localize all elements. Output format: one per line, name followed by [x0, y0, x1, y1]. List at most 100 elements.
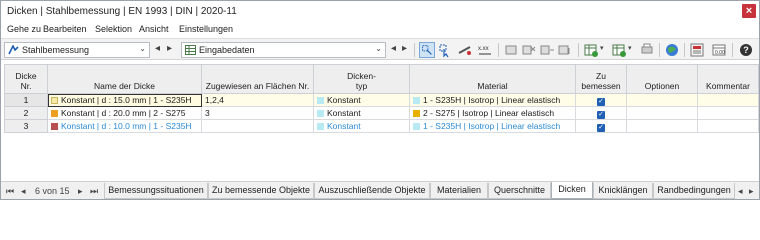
- data-combo-value: Eingabedaten: [199, 45, 255, 55]
- cell-nr: 1: [4, 93, 48, 107]
- menu-settings[interactable]: Einstellungen: [179, 24, 233, 34]
- close-button[interactable]: ×: [742, 4, 756, 18]
- cell-assigned[interactable]: 3: [201, 106, 314, 120]
- cell-material-text: 1 - S235H | Isotrop | Linear elastisch: [423, 121, 561, 131]
- table-row[interactable]: 2 Konstant | d : 20.0 mm | 2 - S275 3 Ko…: [4, 106, 759, 120]
- cell-type-text: Konstant: [327, 108, 361, 118]
- color-swatch: [51, 97, 58, 104]
- globe-icon[interactable]: [664, 42, 680, 58]
- next-arrow-icon[interactable]: ▸: [167, 43, 172, 54]
- header-assigned-label: Zugewiesen an Flächen Nr.: [205, 81, 310, 91]
- cell-assigned[interactable]: [201, 119, 314, 133]
- header-type[interactable]: Dicken- typ: [313, 64, 410, 94]
- tab-scroll-right-icon[interactable]: ▸: [749, 186, 754, 197]
- table-import-icon[interactable]: [611, 42, 627, 58]
- menu-edit[interactable]: Bearbeiten: [43, 24, 87, 34]
- table-export-icon[interactable]: [583, 42, 599, 58]
- cell-design[interactable]: ✓: [575, 93, 627, 107]
- cell-comment[interactable]: [697, 93, 759, 107]
- cell-comment[interactable]: [697, 119, 759, 133]
- header-options[interactable]: Optionen: [626, 64, 698, 94]
- cell-name[interactable]: Konstant | d : 15.0 mm | 1 - S235H: [47, 93, 202, 107]
- header-name[interactable]: Name der Dicke: [47, 64, 202, 94]
- tab-boundary-conditions[interactable]: Randbedingungen: [653, 183, 735, 199]
- header-assigned[interactable]: Zugewiesen an Flächen Nr.: [201, 64, 314, 94]
- menu-goto[interactable]: Gehe zu: [7, 24, 41, 34]
- bottom-tab-bar: ⏮ ◂ 6 von 15 ▸ ⏭ Bemessungssituationen Z…: [1, 181, 759, 199]
- copy-icon[interactable]: [557, 42, 573, 58]
- cell-type[interactable]: Konstant: [313, 119, 410, 133]
- help-icon[interactable]: ?: [738, 42, 754, 58]
- header-comment[interactable]: Kommentar: [697, 64, 759, 94]
- svg-text:?: ?: [743, 45, 749, 55]
- cell-assigned[interactable]: 1,2,4: [201, 93, 314, 107]
- cell-comment[interactable]: [697, 106, 759, 120]
- cell-design[interactable]: ✓: [575, 106, 627, 120]
- menu-view[interactable]: Ansicht: [139, 24, 169, 34]
- title-bar: Dicken | Stahlbemessung | EN 1993 | DIN …: [1, 1, 759, 21]
- calculator-icon[interactable]: [689, 42, 705, 58]
- cell-material[interactable]: 1 - S235H | Isotrop | Linear elastisch: [409, 93, 576, 107]
- module-combo[interactable]: Stahlbemessung ⌄: [4, 42, 150, 58]
- color-swatch: [51, 110, 58, 117]
- header-name-label: Name der Dicke: [94, 81, 155, 91]
- move-icon[interactable]: [539, 42, 555, 58]
- cell-name[interactable]: Konstant | d : 10.0 mm | 1 - S235H: [47, 119, 202, 133]
- header-material[interactable]: Material: [409, 64, 576, 94]
- cell-type[interactable]: Konstant: [313, 106, 410, 120]
- toolbar-separator: [732, 43, 733, 57]
- units-icon[interactable]: 0.00: [711, 42, 727, 58]
- last-page-icon[interactable]: ⏭: [90, 186, 98, 197]
- first-page-icon[interactable]: ⏮: [6, 186, 14, 197]
- menu-selection[interactable]: Selektion: [95, 24, 132, 34]
- tab-materials[interactable]: Materialien: [430, 183, 488, 199]
- toolbar-separator: [414, 43, 415, 57]
- prev-page-icon[interactable]: ◂: [21, 186, 26, 197]
- header-design[interactable]: Zu bemessen: [575, 64, 627, 94]
- tab-design-situations[interactable]: Bemessungssituationen: [104, 183, 208, 199]
- next-arrow-icon[interactable]: ▸: [402, 43, 407, 54]
- table-row[interactable]: 3 Konstant | d : 10.0 mm | 1 - S235H Kon…: [4, 119, 759, 133]
- tab-scroll-left-icon[interactable]: ◂: [738, 186, 743, 197]
- prev-arrow-icon[interactable]: ◂: [155, 43, 160, 54]
- table-row[interactable]: 1 Konstant | d : 15.0 mm | 1 - S235H 1,2…: [4, 93, 759, 107]
- header-nr-label: Dicke Nr.: [15, 71, 37, 91]
- tab-thicknesses[interactable]: Dicken: [551, 182, 593, 199]
- cell-material[interactable]: 1 - S235H | Isotrop | Linear elastisch: [409, 119, 576, 133]
- chevron-down-icon[interactable]: ▾: [600, 44, 604, 52]
- select-arrow-icon[interactable]: [437, 42, 453, 58]
- data-combo[interactable]: Eingabedaten ⌄: [181, 42, 386, 58]
- tab-excluded-objects[interactable]: Auszuschließende Objekte: [314, 183, 430, 199]
- cell-name-text: Konstant | d : 20.0 mm | 2 - S275: [61, 108, 186, 118]
- cell-nr: 3: [4, 119, 48, 133]
- header-nr[interactable]: Dicke Nr.: [4, 64, 48, 94]
- tab-objects-to-design[interactable]: Zu bemessende Objekte: [208, 183, 314, 199]
- chevron-down-icon[interactable]: ▾: [628, 44, 632, 52]
- tab-cross-sections[interactable]: Querschnitte: [488, 183, 551, 199]
- color-swatch: [413, 123, 420, 130]
- cell-options[interactable]: [626, 106, 698, 120]
- delete-x-icon[interactable]: [521, 42, 537, 58]
- cell-options[interactable]: [626, 93, 698, 107]
- header-material-label: Material: [477, 81, 508, 91]
- xxx-icon[interactable]: x.xx: [477, 42, 493, 58]
- design-checkbox[interactable]: ✓: [597, 124, 605, 132]
- toolbar: Stahlbemessung ⌄ ◂ ▸ Eingabedaten ⌄ ◂ ▸ …: [1, 38, 759, 60]
- member-icon[interactable]: [457, 42, 473, 58]
- prev-arrow-icon[interactable]: ◂: [391, 43, 396, 54]
- cell-name[interactable]: Konstant | d : 20.0 mm | 2 - S275: [47, 106, 202, 120]
- select-icon[interactable]: [419, 42, 435, 58]
- color-swatch: [413, 110, 420, 117]
- print-icon[interactable]: [639, 42, 655, 58]
- cell-design[interactable]: ✓: [575, 119, 627, 133]
- toolbar-separator: [578, 43, 579, 57]
- cell-options[interactable]: [626, 119, 698, 133]
- next-page-icon[interactable]: ▸: [78, 186, 83, 197]
- cell-type[interactable]: Konstant: [313, 93, 410, 107]
- tab-buckling-lengths[interactable]: Knicklängen: [593, 183, 653, 199]
- design-checkbox[interactable]: ✓: [597, 111, 605, 119]
- header-design-label: Zu bemessen: [581, 71, 621, 91]
- insert-row-icon[interactable]: [503, 42, 519, 58]
- cell-material[interactable]: 2 - S275 | Isotrop | Linear elastisch: [409, 106, 576, 120]
- design-checkbox[interactable]: ✓: [597, 98, 605, 106]
